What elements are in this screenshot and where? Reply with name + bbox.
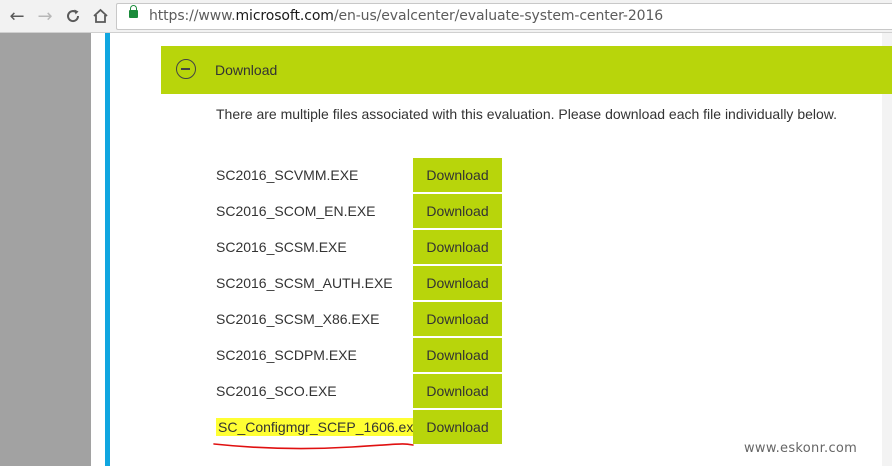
- file-row: SC2016_SCOM_EN.EXE Download: [216, 194, 516, 228]
- download-accordion-header[interactable]: Download: [161, 46, 892, 94]
- file-name: SC2016_SCSM_AUTH.EXE: [216, 275, 393, 291]
- url-prefix: https://www.: [149, 8, 236, 24]
- download-button[interactable]: Download: [413, 374, 502, 408]
- download-button[interactable]: Download: [413, 266, 502, 300]
- url-text[interactable]: https://www.microsoft.com/en-us/evalcent…: [149, 8, 663, 24]
- page-left-gutter: [0, 33, 91, 466]
- file-name: SC2016_SCSM.EXE: [216, 239, 347, 255]
- forward-arrow-icon[interactable]: →: [35, 6, 55, 27]
- file-row: SC2016_SCDPM.EXE Download: [216, 338, 516, 372]
- file-name: SC2016_SCOM_EN.EXE: [216, 203, 376, 219]
- back-arrow-icon[interactable]: ←: [7, 6, 27, 27]
- home-glyph: [92, 8, 108, 23]
- download-button[interactable]: Download: [413, 338, 502, 372]
- file-name-highlighted: SC_Configmgr_SCEP_1606.exe: [216, 418, 424, 436]
- file-row: SC2016_SCSM.EXE Download: [216, 230, 516, 264]
- lock-icon: [129, 5, 138, 18]
- download-button[interactable]: Download: [413, 302, 502, 336]
- download-button[interactable]: Download: [413, 230, 502, 264]
- accordion-title: Download: [215, 62, 278, 78]
- file-name: SC2016_SCO.EXE: [216, 383, 337, 399]
- reload-icon[interactable]: [63, 6, 83, 26]
- file-name: SC2016_SCSM_X86.EXE: [216, 311, 380, 327]
- file-row: SC2016_SCO.EXE Download: [216, 374, 516, 408]
- collapse-minus-icon[interactable]: [176, 59, 196, 79]
- url-path: /en-us/evalcenter/evaluate-system-center…: [333, 8, 664, 24]
- url-host: microsoft.com: [235, 8, 334, 24]
- reload-glyph: [67, 9, 80, 23]
- red-underline-annotation: [213, 443, 414, 450]
- intro-text: There are multiple files associated with…: [216, 106, 838, 122]
- home-icon[interactable]: [90, 6, 110, 26]
- page-right-gutter: [882, 33, 892, 466]
- download-button[interactable]: Download: [413, 410, 502, 444]
- file-row: SC2016_SCSM_AUTH.EXE Download: [216, 266, 516, 300]
- file-name: SC2016_SCDPM.EXE: [216, 347, 357, 363]
- file-name: SC2016_SCVMM.EXE: [216, 167, 359, 183]
- watermark-text: www.eskonr.com: [744, 441, 858, 456]
- download-button[interactable]: Download: [413, 194, 502, 228]
- section-accent-rail: [105, 33, 110, 466]
- browser-toolbar: ← → https://www.microsoft.com/en-us/eval…: [0, 0, 892, 33]
- file-row: SC2016_SCSM_X86.EXE Download: [216, 302, 516, 336]
- address-bar[interactable]: https://www.microsoft.com/en-us/evalcent…: [116, 3, 892, 30]
- download-button[interactable]: Download: [413, 158, 502, 192]
- page-left-margin: [91, 33, 105, 466]
- file-row: SC2016_SCVMM.EXE Download: [216, 158, 516, 192]
